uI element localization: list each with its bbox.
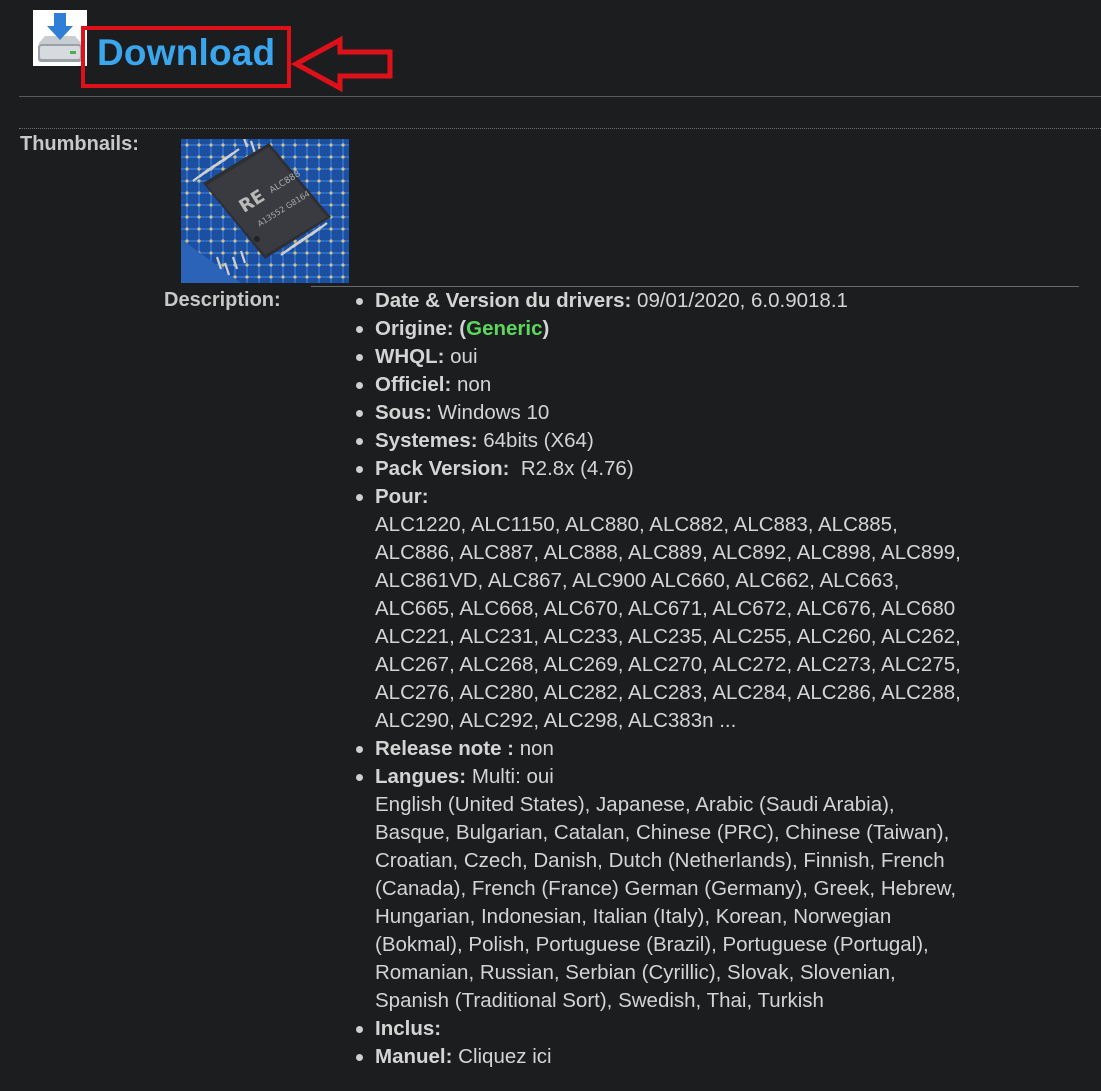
chipset-line: ALC267, ALC268, ALC269, ALC270, ALC272, … (375, 653, 961, 676)
list-item: WHQL: oui (356, 343, 1080, 371)
realtek-audio-chip-thumbnail[interactable]: RE ALC888 A13552 G8164 (181, 139, 349, 283)
item-value: non (514, 737, 554, 760)
list-item: Officiel: non (356, 371, 1080, 399)
language-line: Basque, Bulgarian, Catalan, Chinese (PRC… (375, 821, 950, 844)
chipset-line: ALC276, ALC280, ALC282, ALC283, ALC284, … (375, 681, 961, 704)
thumbnails-label: Thumbnails: (20, 133, 139, 155)
description-list: Date & Version du drivers: 09/01/2020, 6… (356, 287, 1080, 1071)
download-link[interactable]: Download (97, 30, 275, 76)
item-key: Sous: (375, 401, 432, 424)
item-key: Pack Version: (375, 457, 510, 480)
list-item: Inclus: (356, 1015, 1080, 1043)
item-key: Langues: (375, 765, 467, 788)
chipset-line: ALC886, ALC887, ALC888, ALC889, ALC892, … (375, 541, 961, 564)
list-item: Origine: (Generic) (356, 315, 1080, 343)
chipset-line: ALC665, ALC668, ALC670, ALC671, ALC672, … (375, 597, 956, 620)
language-line: Spanish (Traditional Sort), Swedish, Tha… (375, 989, 824, 1012)
item-value: non (451, 373, 492, 396)
item-key: Inclus: (375, 1017, 442, 1040)
item-value-post: ) (542, 317, 550, 340)
item-value: 09/01/2020, 6.0.9018.1 (631, 289, 848, 312)
item-key: Pour: (375, 485, 429, 508)
manual-link[interactable]: Cliquez ici (452, 1045, 551, 1068)
language-line: English (United States), Japanese, Arabi… (375, 793, 895, 816)
item-key: Date & Version du drivers: (375, 289, 632, 312)
list-item: Pour: ALC1220, ALC1150, ALC880, ALC882, … (356, 483, 1080, 735)
item-key: WHQL: (375, 345, 445, 368)
list-item: Date & Version du drivers: 09/01/2020, 6… (356, 287, 1080, 315)
language-line: (Canada), French (France) German (German… (375, 877, 957, 900)
item-key: Officiel: (375, 373, 452, 396)
list-item: Systemes: 64bits (X64) (356, 427, 1080, 455)
language-line: Romanian, Russian, Serbian (Cyrillic), S… (375, 961, 896, 984)
origin-generic-badge: Generic (466, 317, 543, 340)
item-key: Systemes: (375, 429, 478, 452)
list-item: Manuel: Cliquez ici (356, 1043, 1080, 1071)
download-drive-icon[interactable] (33, 10, 87, 66)
item-value: Multi: oui (466, 765, 554, 788)
divider (19, 96, 1101, 97)
list-item: Release note : non (356, 735, 1080, 763)
chipset-line: ALC861VD, ALC867, ALC900 ALC660, ALC662,… (375, 569, 900, 592)
description-label: Description: (164, 289, 281, 311)
left-arrow-icon (290, 36, 393, 92)
item-value: oui (444, 345, 478, 368)
language-line: Croatian, Czech, Danish, Dutch (Netherla… (375, 849, 945, 872)
item-key: Release note : (375, 737, 514, 760)
chipset-line: ALC290, ALC292, ALC298, ALC383n ... (375, 709, 737, 732)
item-value: 64bits (X64) (477, 429, 594, 452)
language-line: Hungarian, Indonesian, Italian (Italy), … (375, 905, 892, 928)
item-key: Manuel: (375, 1045, 453, 1068)
language-line: (Bokmal), Polish, Portuguese (Brazil), P… (375, 933, 929, 956)
item-value: Windows 10 (431, 401, 550, 424)
item-value-pre: ( (453, 317, 467, 340)
list-item: Langues: Multi: oui English (United Stat… (356, 763, 1080, 1015)
list-item: Pack Version: R2.8x (4.76) (356, 455, 1080, 483)
item-key: Origine: (375, 317, 454, 340)
chipset-line: ALC221, ALC231, ALC233, ALC235, ALC255, … (375, 625, 961, 648)
dotted-divider (19, 128, 1101, 129)
chipset-line: ALC1220, ALC1150, ALC880, ALC882, ALC883… (375, 513, 898, 536)
list-item: Sous: Windows 10 (356, 399, 1080, 427)
item-value: R2.8x (4.76) (509, 457, 634, 480)
